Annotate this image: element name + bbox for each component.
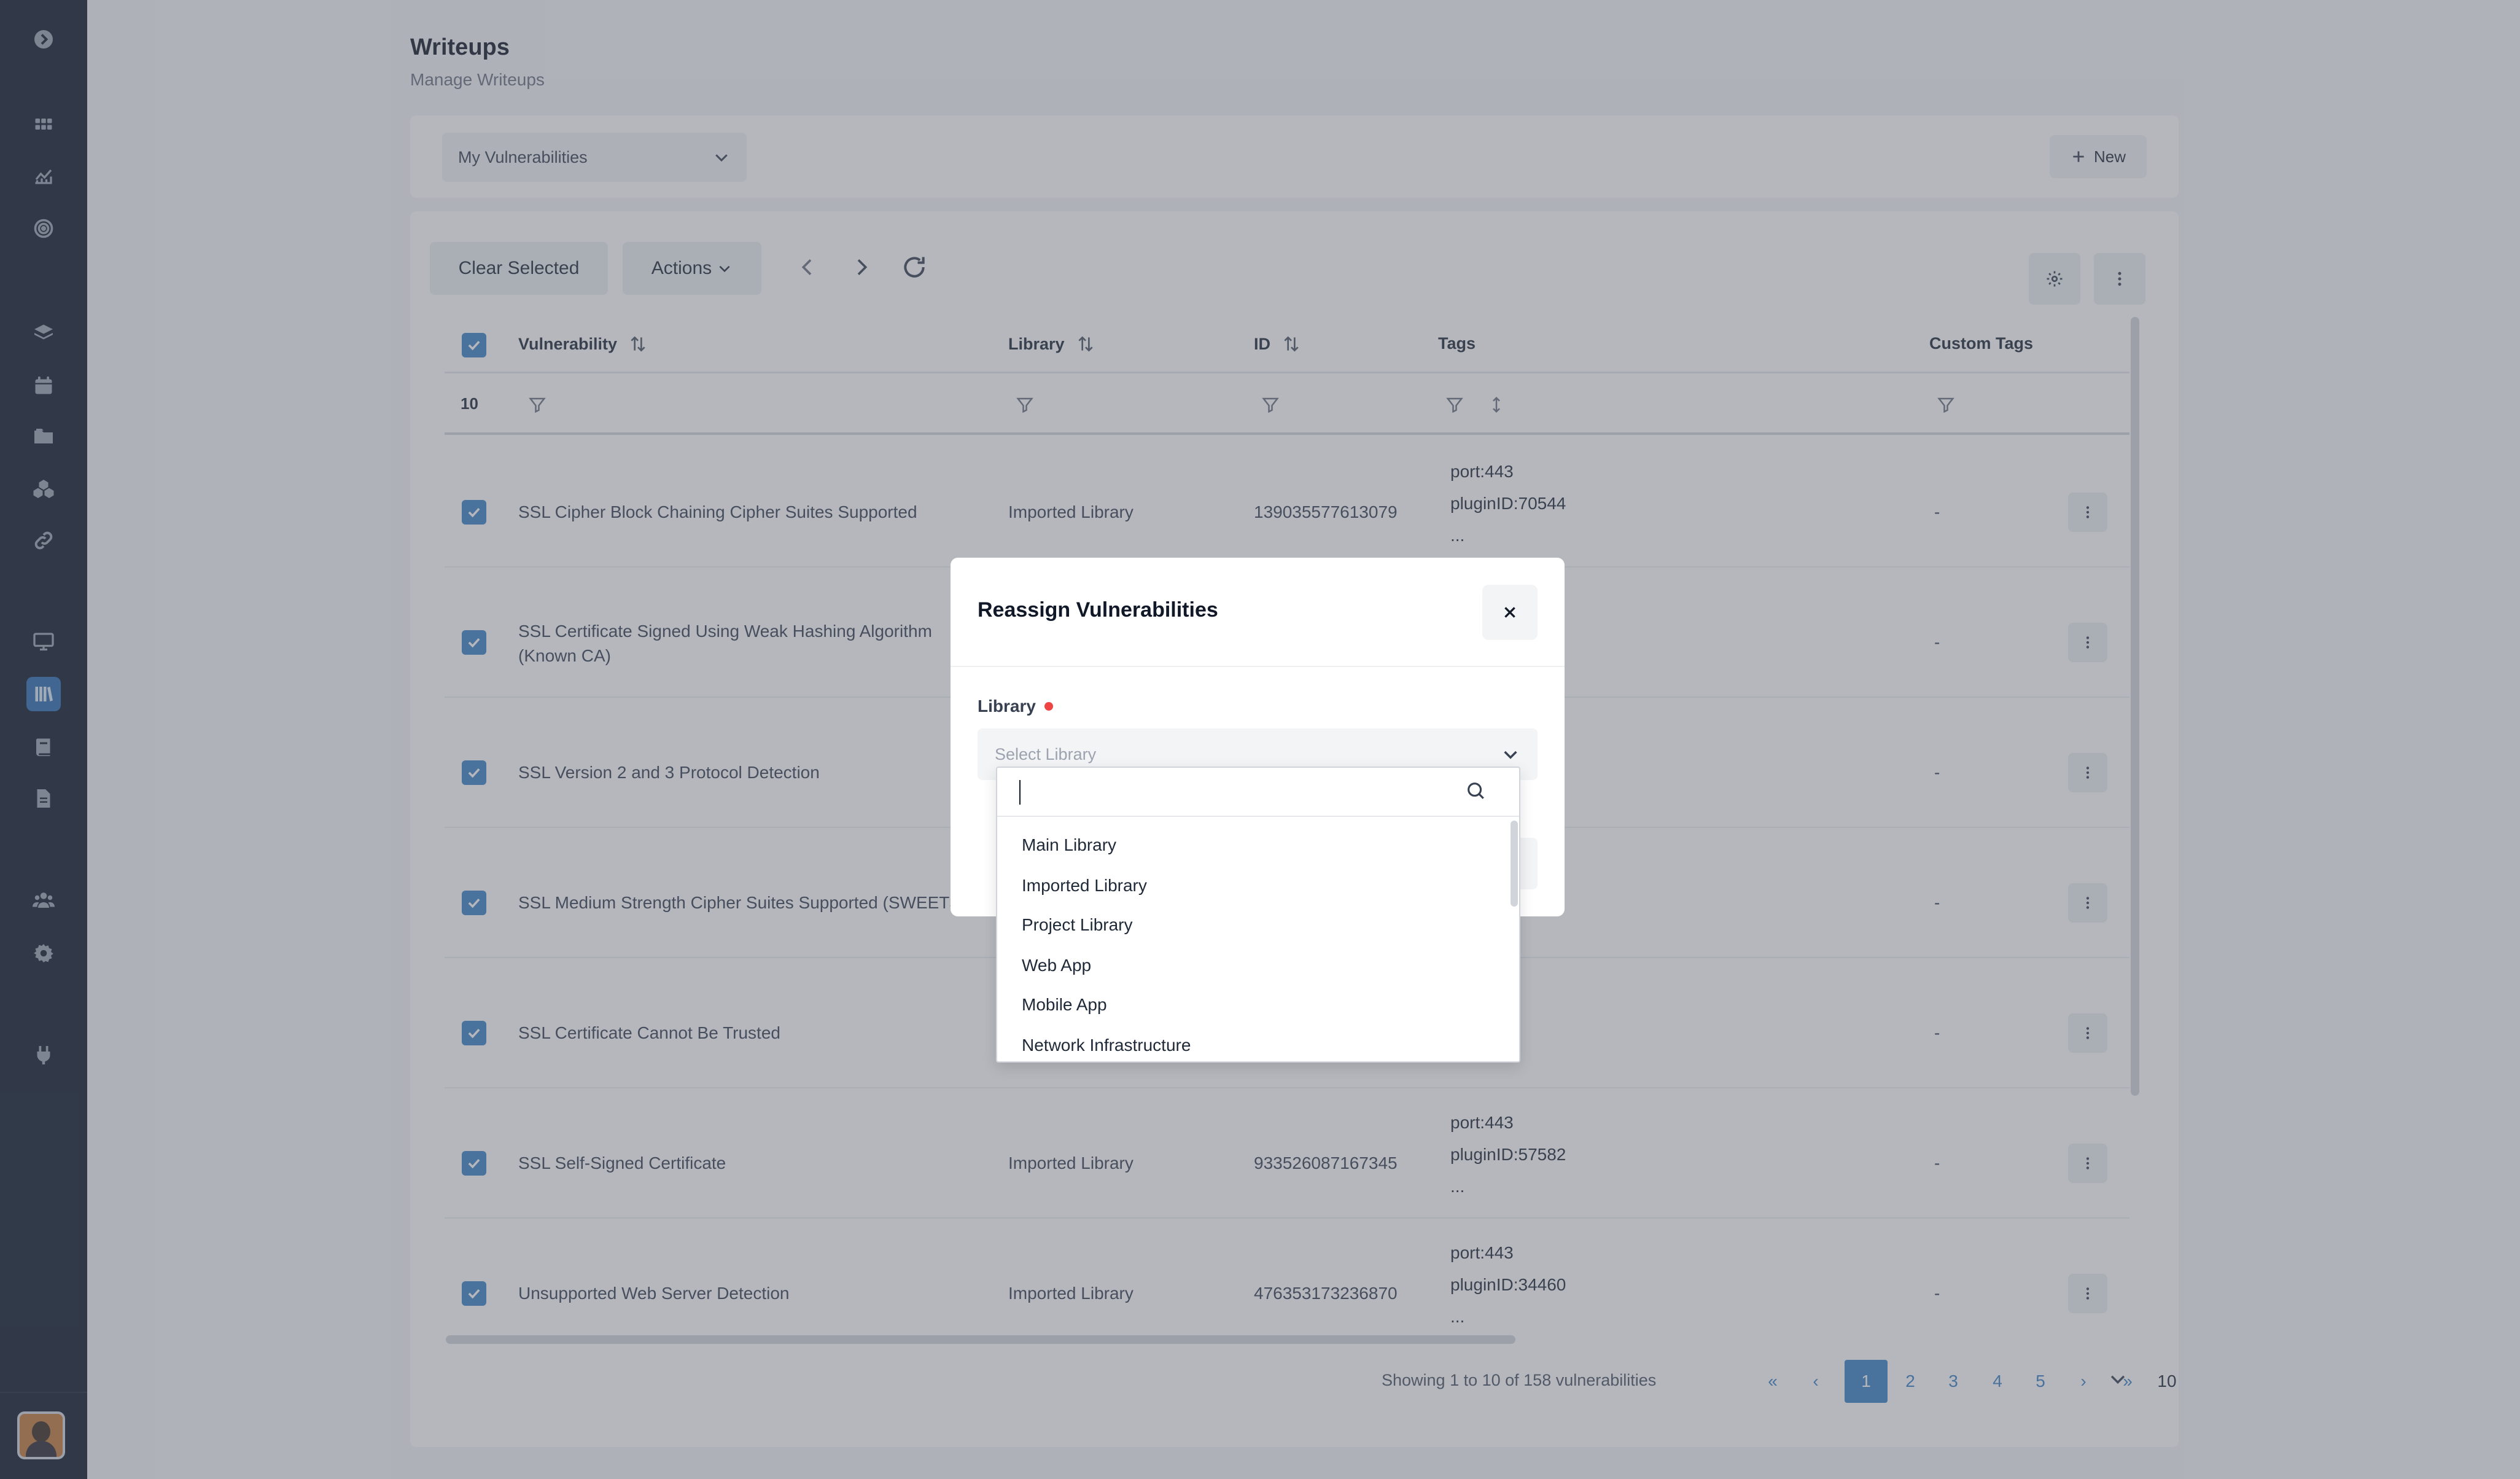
dropdown-scrollbar[interactable] — [1511, 821, 1518, 907]
search-icon — [1468, 782, 1484, 799]
library-option[interactable]: Project Library — [1022, 915, 1133, 935]
library-option[interactable]: Mobile App — [1022, 995, 1107, 1015]
required-indicator — [1044, 702, 1053, 711]
library-select-placeholder: Select Library — [995, 744, 1097, 763]
library-option[interactable]: Web App — [1022, 956, 1091, 975]
library-option[interactable]: Main Library — [1022, 835, 1116, 855]
library-field-label: Library — [978, 697, 1053, 716]
library-search-input[interactable] — [1019, 780, 1461, 805]
modal-title: Reassign Vulnerabilities — [978, 598, 1218, 622]
chevron-down-icon — [1504, 751, 1517, 759]
modal-close-button[interactable] — [1482, 585, 1538, 640]
library-dropdown: Main Library Imported Library Project Li… — [996, 767, 1520, 1063]
modal-divider — [951, 666, 1565, 667]
library-field-label-text: Library — [978, 697, 1036, 716]
library-option[interactable]: Network Infrastructure — [1022, 1036, 1191, 1055]
library-search — [997, 768, 1519, 817]
library-option[interactable]: Imported Library — [1022, 876, 1147, 896]
close-icon — [1504, 607, 1515, 618]
